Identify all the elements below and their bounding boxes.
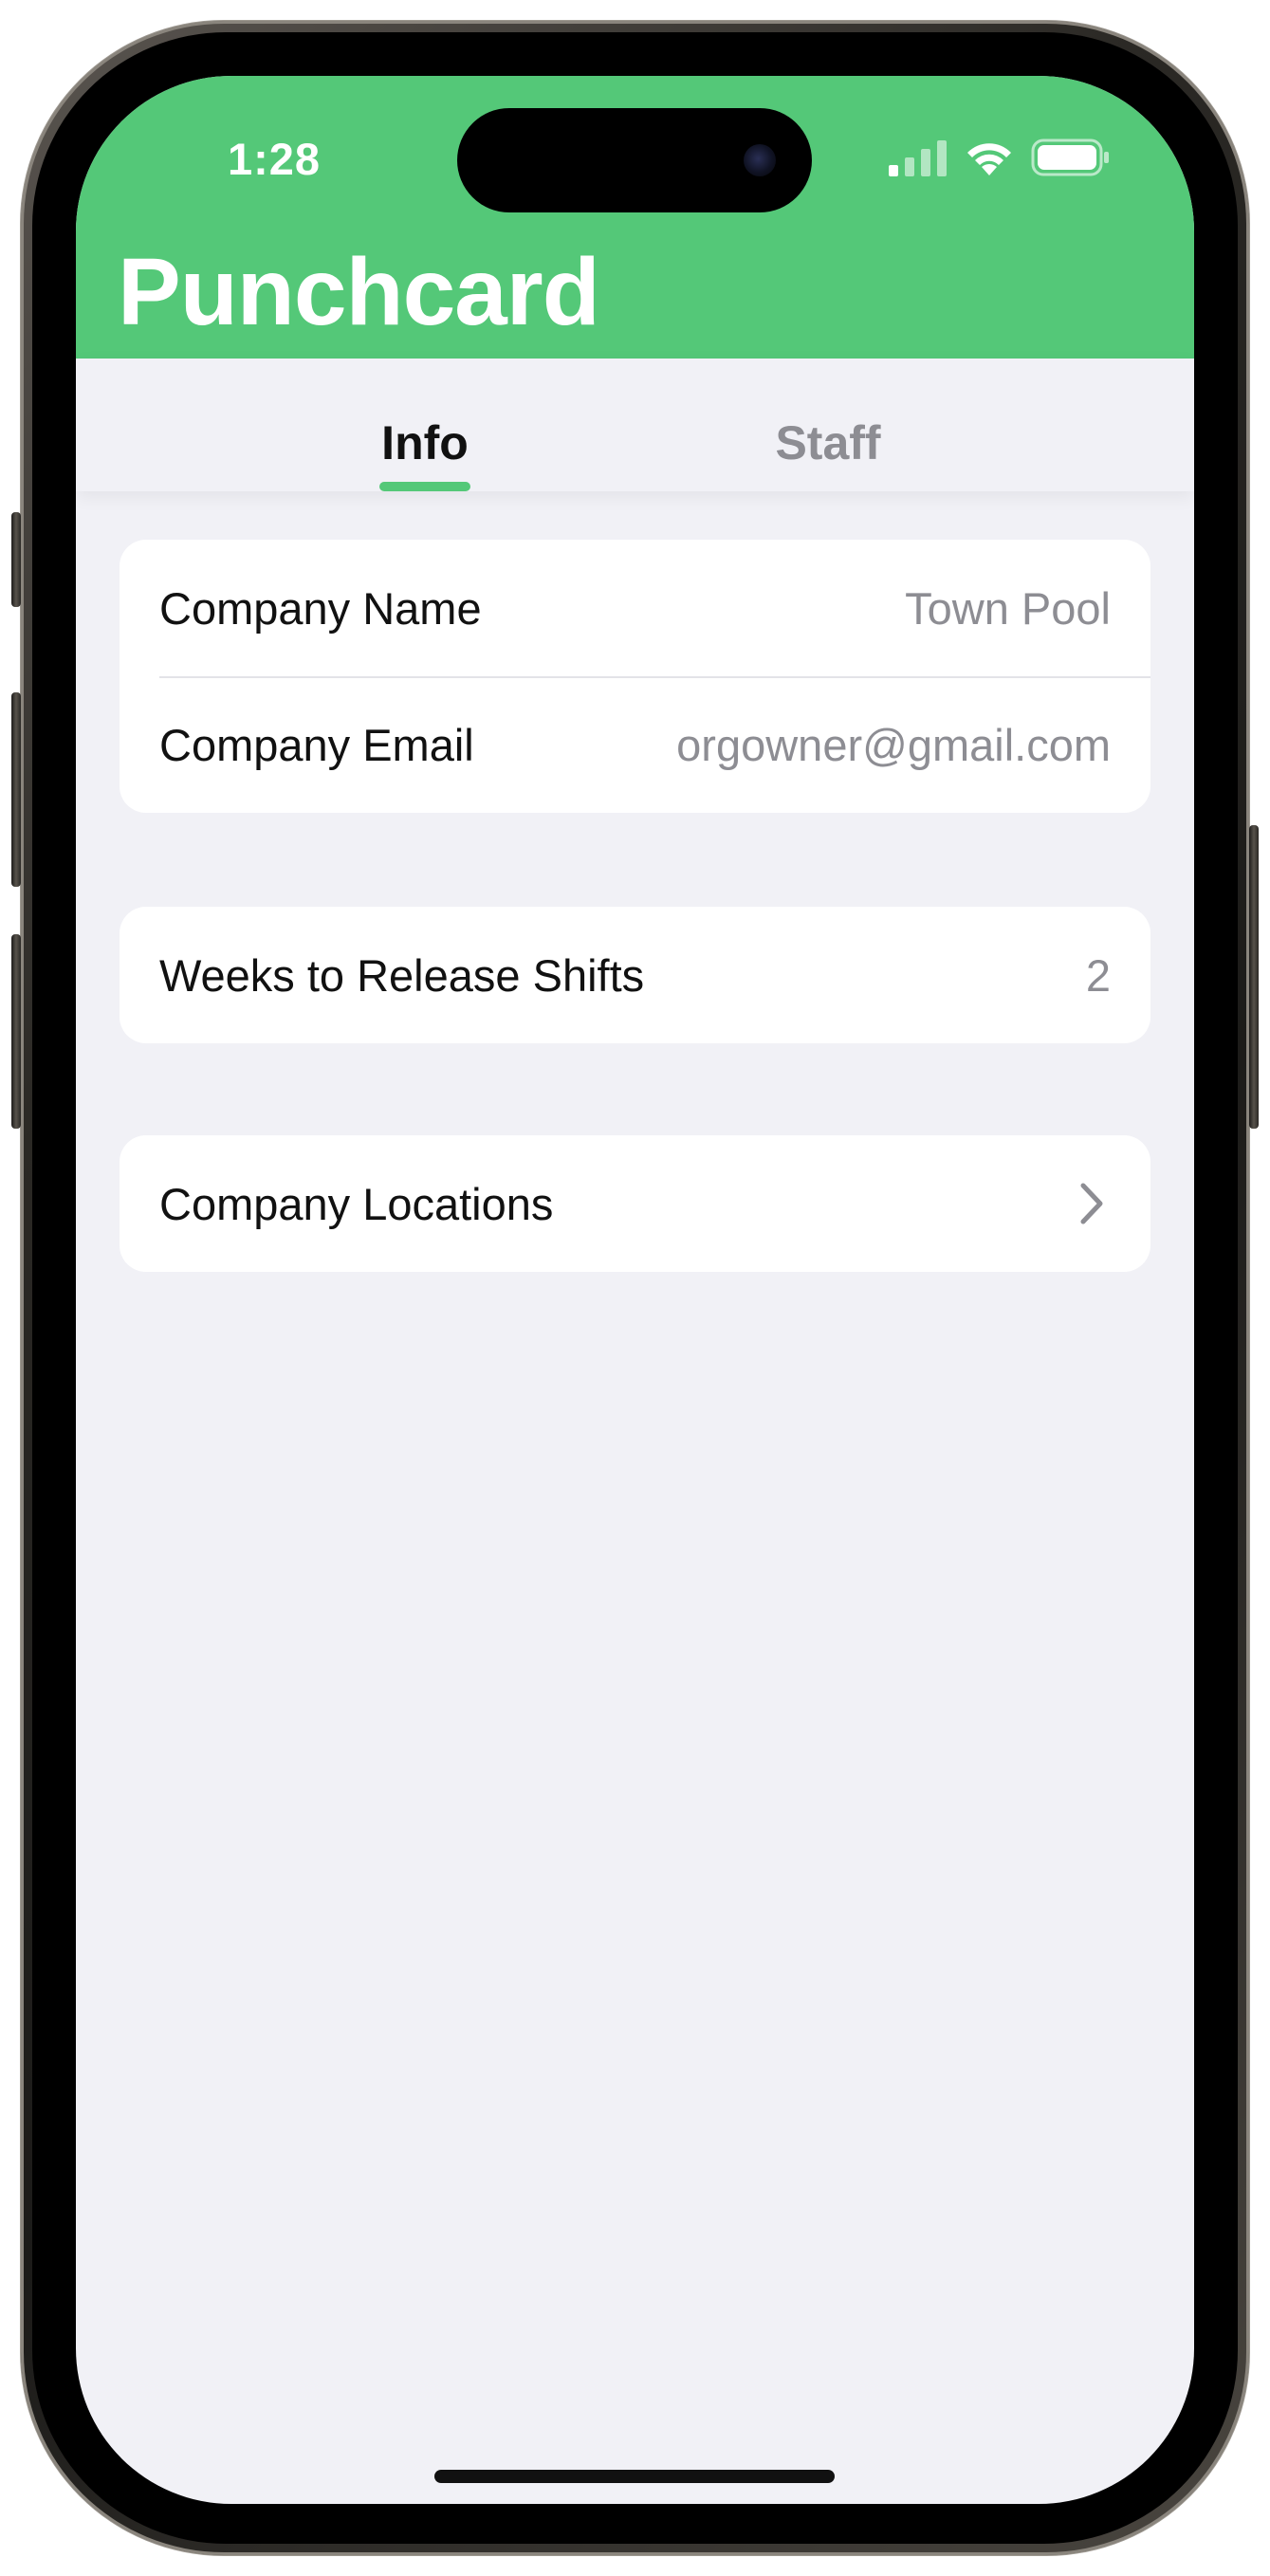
front-camera-icon bbox=[744, 144, 776, 176]
company-name-row[interactable]: Company Name Town Pool bbox=[120, 540, 1150, 676]
power-button bbox=[1249, 825, 1259, 1129]
app-title: Punchcard bbox=[118, 239, 600, 345]
battery-icon bbox=[1031, 138, 1109, 176]
company-email-label: Company Email bbox=[159, 719, 474, 770]
company-email-value: orgowner@gmail.com bbox=[676, 719, 1111, 770]
release-settings-card: Weeks to Release Shifts 2 bbox=[120, 907, 1150, 1043]
home-indicator[interactable] bbox=[434, 2470, 835, 2483]
selected-tab-indicator bbox=[379, 482, 470, 491]
weeks-to-release-value: 2 bbox=[1085, 949, 1111, 1001]
app-screen: 1:28 Punchcard Info Staff Company Name T… bbox=[76, 76, 1194, 2504]
company-locations-row[interactable]: Company Locations bbox=[120, 1135, 1150, 1272]
company-name-value: Town Pool bbox=[905, 582, 1111, 634]
company-name-label: Company Name bbox=[159, 582, 482, 634]
wifi-icon bbox=[967, 143, 1011, 175]
app-header: 1:28 Punchcard bbox=[76, 76, 1194, 359]
status-time: 1:28 bbox=[228, 134, 322, 184]
status-icons bbox=[889, 138, 1111, 176]
company-info-card: Company Name Town Pool Company Email org… bbox=[120, 540, 1150, 813]
volume-up-button bbox=[11, 692, 21, 887]
company-email-row[interactable]: Company Email orgowner@gmail.com bbox=[120, 676, 1150, 813]
dynamic-island bbox=[457, 108, 812, 212]
tab-info[interactable]: Info bbox=[379, 415, 470, 470]
company-locations-label: Company Locations bbox=[159, 1178, 554, 1229]
chevron-right-icon bbox=[1073, 1181, 1111, 1226]
weeks-to-release-row[interactable]: Weeks to Release Shifts 2 bbox=[120, 907, 1150, 1043]
volume-down-button bbox=[11, 934, 21, 1129]
action-button bbox=[11, 512, 21, 607]
locations-card: Company Locations bbox=[120, 1135, 1150, 1272]
tab-staff[interactable]: Staff bbox=[768, 415, 888, 470]
segmented-tabs: Info Staff bbox=[76, 359, 1194, 491]
cellular-signal-icon bbox=[889, 140, 947, 176]
weeks-to-release-label: Weeks to Release Shifts bbox=[159, 949, 645, 1001]
